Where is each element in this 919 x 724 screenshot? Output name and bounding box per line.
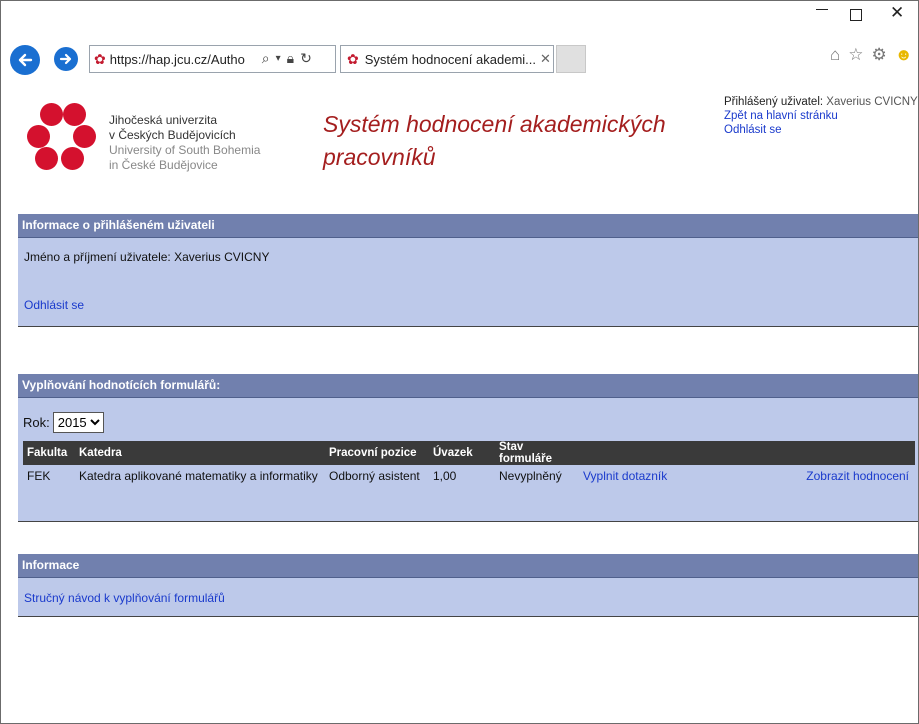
info-heading: Informace bbox=[18, 554, 918, 578]
user-name-label: Jméno a příjmení uživatele: bbox=[24, 250, 171, 264]
home-icon[interactable]: ⌂ bbox=[830, 45, 840, 65]
logo-dot bbox=[27, 125, 50, 148]
logged-user-box: Přihlášený uživatel: Xaverius CVICNY Zpě… bbox=[724, 95, 918, 137]
browser-chrome: ✕ ✿ https://hap.jcu.cz/Autho ⌕ ▾ 🔒︎ ↻ ✿ … bbox=[1, 1, 918, 79]
app-title-line: Systém hodnocení akademických bbox=[323, 111, 666, 137]
app-title: Systém hodnocení akademických pracovníků bbox=[323, 108, 723, 174]
university-name-line: Jihočeská univerzita bbox=[109, 113, 218, 127]
cell-view-action: Zobrazit hodnocení bbox=[730, 465, 915, 487]
tab-active[interactable]: ✿ Systém hodnocení akademi... ✕ bbox=[340, 45, 554, 73]
close-window-button[interactable]: ✕ bbox=[890, 3, 904, 23]
header-logout-link[interactable]: Odhlásit se bbox=[724, 123, 918, 137]
university-name: Jihočeská univerzita v Českých Budějovic… bbox=[109, 113, 260, 173]
search-icon[interactable]: ⌕ bbox=[262, 50, 270, 68]
guide-link[interactable]: Stručný návod k vyplňování formulářů bbox=[24, 591, 225, 605]
browser-window: ✕ ✿ https://hap.jcu.cz/Autho ⌕ ▾ 🔒︎ ↻ ✿ … bbox=[0, 0, 919, 724]
info-panel: Informace Stručný návod k vyplňování for… bbox=[18, 554, 918, 617]
university-logo[interactable]: Jihočeská univerzita v Českých Budějovic… bbox=[21, 102, 313, 178]
arrow-left-icon bbox=[18, 53, 33, 67]
logged-user-name: Xaverius CVICNY bbox=[826, 96, 918, 108]
logo-dot bbox=[35, 147, 58, 170]
refresh-icon[interactable]: ↻ bbox=[300, 50, 312, 68]
cell-pozice: Odborný asistent bbox=[329, 469, 420, 483]
university-name-en-line: University of South Bohemia bbox=[109, 143, 261, 157]
minimize-button[interactable] bbox=[816, 9, 828, 10]
fill-form-link[interactable]: Vyplnit dotazník bbox=[583, 469, 667, 483]
column-header: Katedra bbox=[75, 441, 325, 465]
back-button[interactable] bbox=[10, 45, 40, 75]
column-header bbox=[579, 441, 731, 465]
cell-uvazek: 1,00 bbox=[433, 469, 457, 483]
app-title-line: pracovníků bbox=[323, 144, 436, 170]
user-name-line: Jméno a příjmení uživatele: Xaverius CVI… bbox=[24, 250, 914, 264]
tab-close-icon[interactable]: ✕ bbox=[540, 51, 551, 67]
favorites-star-icon[interactable]: ☆ bbox=[848, 45, 863, 65]
column-header: Pracovní pozice bbox=[325, 441, 429, 465]
column-header: Úvazek bbox=[429, 441, 495, 465]
user-name-value: Xaverius CVICNY bbox=[174, 250, 270, 264]
cell-fill-action: Vyplnit dotazník bbox=[579, 465, 730, 487]
address-bar[interactable]: ✿ https://hap.jcu.cz/Autho ⌕ ▾ 🔒︎ ↻ bbox=[89, 45, 336, 73]
column-header: Fakulta bbox=[23, 441, 75, 465]
tab-favicon-icon: ✿ bbox=[347, 50, 359, 67]
user-info-heading: Informace o přihlášeném uživateli bbox=[18, 214, 918, 238]
year-select[interactable]: 2015 bbox=[52, 412, 104, 433]
cell-stav: Nevyplněný bbox=[499, 469, 562, 483]
home-page-link[interactable]: Zpět na hlavní stránku bbox=[724, 109, 918, 123]
logo-dot bbox=[61, 147, 84, 170]
cell-katedra: Katedra aplikované matematiky a informat… bbox=[79, 469, 318, 483]
logged-user-label: Přihlášený uživatel: bbox=[724, 96, 824, 108]
university-name-en-line: in České Budějovice bbox=[109, 158, 218, 172]
settings-gear-icon[interactable]: ⚙ bbox=[872, 45, 887, 65]
forms-heading: Vyplňování hodnotících formulářů: bbox=[18, 374, 918, 398]
toolbar-icons: ⌂ ☆ ⚙ ☻ bbox=[830, 45, 913, 65]
column-header bbox=[730, 441, 915, 465]
dropdown-icon[interactable]: ▾ bbox=[276, 50, 281, 68]
table-header-row: Fakulta Katedra Pracovní pozice Úvazek S… bbox=[23, 441, 915, 465]
forms-panel: Vyplňování hodnotících formulářů: Rok: 2… bbox=[18, 374, 918, 522]
address-url: https://hap.jcu.cz/Autho bbox=[109, 51, 245, 67]
arrow-right-icon bbox=[59, 53, 72, 65]
new-tab-button[interactable] bbox=[556, 45, 586, 73]
cell-fakulta: FEK bbox=[27, 469, 51, 483]
logo-dot bbox=[73, 125, 96, 148]
tab-title: Systém hodnocení akademi... bbox=[364, 51, 536, 67]
logout-link[interactable]: Odhlásit se bbox=[24, 298, 84, 312]
table-row: FEK Katedra aplikované matematiky a info… bbox=[23, 465, 915, 487]
lock-icon[interactable]: 🔒︎ bbox=[287, 50, 294, 68]
forms-table: Fakulta Katedra Pracovní pozice Úvazek S… bbox=[23, 441, 915, 487]
user-info-panel: Informace o přihlášeném uživateli Jméno … bbox=[18, 214, 918, 327]
view-evaluation-link[interactable]: Zobrazit hodnocení bbox=[806, 469, 909, 483]
column-header: Stav formuláře bbox=[495, 441, 579, 465]
logo-dot bbox=[63, 103, 86, 126]
university-name-line: v Českých Budějovicích bbox=[109, 128, 236, 142]
year-label: Rok: bbox=[23, 415, 50, 430]
site-favicon-icon: ✿ bbox=[94, 50, 106, 67]
logo-dot bbox=[40, 103, 63, 126]
maximize-button[interactable] bbox=[850, 9, 862, 21]
forward-button[interactable] bbox=[54, 47, 78, 71]
logged-user-line: Přihlášený uživatel: Xaverius CVICNY bbox=[724, 95, 918, 109]
feedback-smiley-icon[interactable]: ☻ bbox=[895, 45, 913, 65]
